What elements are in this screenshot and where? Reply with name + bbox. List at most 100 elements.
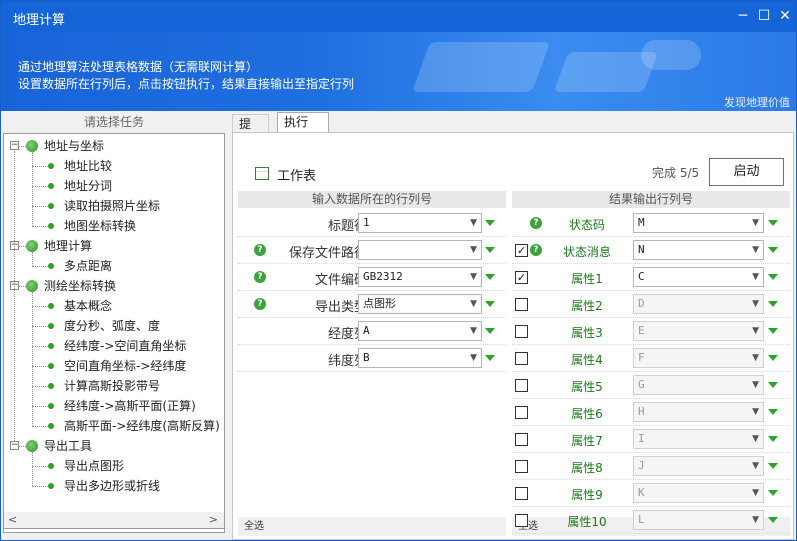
green-arrow-icon[interactable] bbox=[768, 274, 778, 280]
input-field-label: 纬度列 bbox=[327, 354, 367, 369]
chevron-down-icon[interactable]: ▼ bbox=[470, 349, 477, 367]
green-arrow-icon[interactable] bbox=[485, 355, 495, 361]
green-arrow-icon[interactable] bbox=[768, 463, 778, 469]
tree-item-label[interactable]: 地址比较 bbox=[64, 156, 112, 176]
row-divider bbox=[238, 317, 506, 318]
input-field-combo[interactable]: 1 ▼ bbox=[358, 213, 482, 233]
maximize-button[interactable]: ☐ bbox=[755, 7, 773, 25]
tree-connector bbox=[32, 426, 48, 427]
tree-item-label[interactable]: 读取拍摄照片坐标 bbox=[64, 196, 160, 216]
tree-item-label[interactable]: 基本概念 bbox=[64, 296, 112, 316]
input-field-value: 点图形 bbox=[363, 297, 396, 310]
expand-toggle-icon[interactable]: − bbox=[10, 441, 19, 450]
chevron-down-icon[interactable]: ▼ bbox=[752, 241, 759, 259]
checkbox[interactable] bbox=[515, 406, 528, 419]
tree-item-label[interactable]: 度分秒、弧度、度 bbox=[64, 316, 160, 336]
scroll-right-icon[interactable]: > bbox=[209, 513, 218, 526]
output-field-combo: F ▼ bbox=[633, 348, 764, 368]
input-field-combo[interactable]: 点图形 ▼ bbox=[358, 294, 482, 314]
output-field-label: 属性5 bbox=[571, 380, 603, 394]
tab-execute[interactable]: 执行 bbox=[277, 112, 329, 133]
tree-group-label[interactable]: 地理计算 bbox=[44, 236, 92, 256]
tree-item-label[interactable]: 多点距离 bbox=[64, 256, 112, 276]
green-arrow-icon[interactable] bbox=[768, 220, 778, 226]
checkbox[interactable] bbox=[515, 514, 528, 527]
help-icon[interactable]: ? bbox=[530, 217, 542, 229]
tree-connector bbox=[32, 366, 48, 367]
tree-item-label[interactable]: 高斯平面->经纬度(高斯反算) bbox=[64, 416, 220, 436]
tree-item-label[interactable]: 计算高斯投影带号 bbox=[64, 376, 160, 396]
tree-item-label[interactable]: 地址分词 bbox=[64, 176, 112, 196]
green-arrow-icon[interactable] bbox=[768, 382, 778, 388]
tree-item-label[interactable]: 空间直角坐标->经纬度 bbox=[64, 356, 186, 376]
tree-group-label[interactable]: 导出工具 bbox=[44, 436, 92, 456]
scroll-left-icon[interactable]: < bbox=[8, 513, 17, 526]
green-arrow-icon[interactable] bbox=[768, 517, 778, 523]
tree-horizontal-scrollbar[interactable]: < > bbox=[3, 512, 225, 529]
output-field-combo[interactable]: N ▼ bbox=[633, 240, 764, 260]
chevron-down-icon[interactable]: ▼ bbox=[470, 295, 477, 313]
tree-item-label[interactable]: 导出点图形 bbox=[64, 456, 124, 476]
chevron-down-icon[interactable]: ▼ bbox=[470, 214, 477, 232]
output-field-combo[interactable]: C ▼ bbox=[633, 267, 764, 287]
worksheet-icon bbox=[255, 167, 269, 180]
input-select-all[interactable]: 全选 bbox=[238, 517, 506, 536]
chevron-down-icon[interactable]: ▼ bbox=[752, 214, 759, 232]
row-divider bbox=[238, 236, 506, 237]
green-arrow-icon[interactable] bbox=[768, 409, 778, 415]
checkbox[interactable] bbox=[515, 352, 528, 365]
row-divider bbox=[512, 263, 790, 264]
green-arrow-icon[interactable] bbox=[485, 328, 495, 334]
worksheet-label[interactable]: 工作表 bbox=[277, 165, 316, 184]
tree-item-label[interactable]: 经纬度->高斯平面(正算) bbox=[64, 396, 196, 416]
green-arrow-icon[interactable] bbox=[768, 328, 778, 334]
green-arrow-icon[interactable] bbox=[485, 247, 495, 253]
green-arrow-icon[interactable] bbox=[768, 436, 778, 442]
output-field-label: 属性8 bbox=[571, 461, 603, 475]
checkbox[interactable] bbox=[515, 460, 528, 473]
input-section-header: 输入数据所在的行列号 bbox=[238, 191, 506, 208]
green-arrow-icon[interactable] bbox=[485, 274, 495, 280]
expand-toggle-icon[interactable]: − bbox=[10, 141, 19, 150]
bullet-icon bbox=[48, 263, 54, 269]
checkbox[interactable] bbox=[515, 298, 528, 311]
minimize-button[interactable]: ─ bbox=[734, 7, 752, 25]
close-button[interactable]: ✕ bbox=[776, 7, 794, 25]
green-arrow-icon[interactable] bbox=[485, 301, 495, 307]
help-icon[interactable]: ? bbox=[530, 244, 542, 256]
row-divider bbox=[512, 425, 790, 426]
banner: 通过地理算法处理表格数据（无需联网计算） 设置数据所在行列后，点击按钮执行，结果… bbox=[1, 32, 796, 111]
checkbox[interactable] bbox=[515, 487, 528, 500]
checked-checkbox[interactable]: ✓ bbox=[515, 271, 528, 284]
chevron-down-icon[interactable]: ▼ bbox=[470, 322, 477, 340]
green-arrow-icon[interactable] bbox=[768, 301, 778, 307]
green-arrow-icon[interactable] bbox=[768, 490, 778, 496]
input-field-combo[interactable]: GB2312 ▼ bbox=[358, 267, 482, 287]
tree-group-label[interactable]: 测绘坐标转换 bbox=[44, 276, 116, 296]
banner-link[interactable]: 发现地理价值 bbox=[724, 94, 790, 110]
tree-group-label[interactable]: 地址与坐标 bbox=[44, 136, 104, 156]
start-button[interactable]: 启动 bbox=[709, 158, 784, 186]
input-field-combo[interactable]: ▼ bbox=[358, 240, 482, 260]
task-content: 提示 执行 工作表 完成 5/5 启动 输入数据所在的行列号 结果输出行列号 全… bbox=[230, 112, 796, 540]
checked-checkbox[interactable]: ✓ bbox=[515, 244, 528, 257]
task-tree[interactable]: − 地址与坐标 地址比较 地址分词 读取拍摄照片坐标 地图坐标转换 − 地理计算 多点距离 − 测绘… bbox=[3, 133, 225, 533]
checkbox[interactable] bbox=[515, 379, 528, 392]
tree-item-label[interactable]: 地图坐标转换 bbox=[64, 216, 136, 236]
tab-hint[interactable]: 提示 bbox=[232, 114, 269, 149]
chevron-down-icon[interactable]: ▼ bbox=[470, 241, 477, 259]
chevron-down-icon: ▼ bbox=[752, 407, 759, 417]
green-arrow-icon[interactable] bbox=[768, 355, 778, 361]
checkbox[interactable] bbox=[515, 433, 528, 446]
input-field-combo[interactable]: B ▼ bbox=[358, 348, 482, 368]
chevron-down-icon[interactable]: ▼ bbox=[470, 268, 477, 286]
checkbox[interactable] bbox=[515, 325, 528, 338]
green-arrow-icon[interactable] bbox=[768, 247, 778, 253]
tree-item-label[interactable]: 导出多边形或折线 bbox=[64, 476, 160, 496]
chevron-down-icon[interactable]: ▼ bbox=[752, 268, 759, 286]
green-arrow-icon[interactable] bbox=[485, 220, 495, 226]
output-field-combo: J ▼ bbox=[633, 456, 764, 476]
output-field-combo[interactable]: M ▼ bbox=[633, 213, 764, 233]
tree-item-label[interactable]: 经纬度->空间直角坐标 bbox=[64, 336, 186, 356]
input-field-combo[interactable]: A ▼ bbox=[358, 321, 482, 341]
